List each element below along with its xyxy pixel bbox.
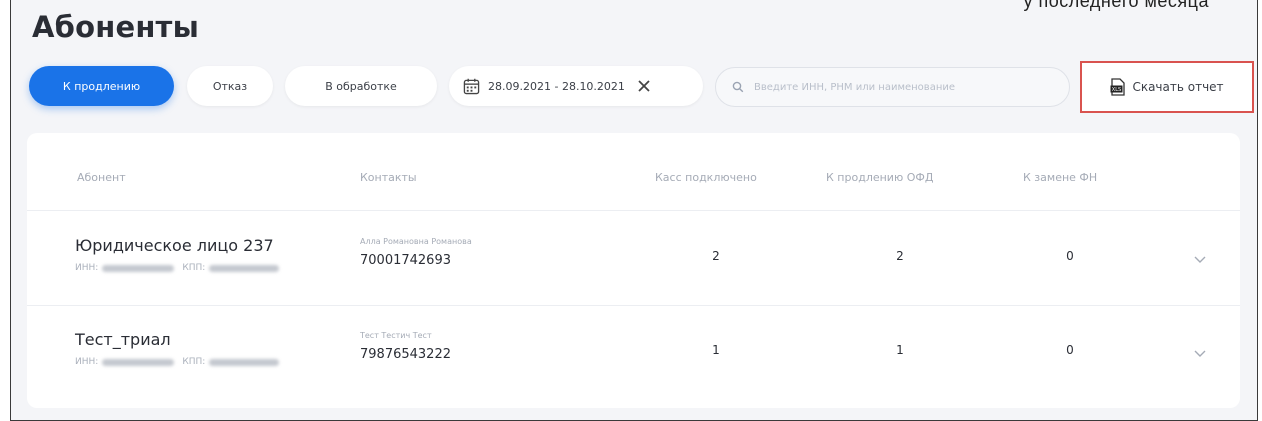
download-report-label: Скачать отчет: [1132, 80, 1224, 94]
subscriber-name: Юридическое лицо 237: [75, 236, 274, 255]
subscriber-name: Тест_триал: [75, 330, 171, 349]
contact-name: Тест Тестич Тест: [360, 331, 432, 340]
search-field[interactable]: [715, 67, 1070, 107]
date-range-picker[interactable]: 28.09.2021 - 28.10.2021: [449, 66, 703, 106]
calendar-icon: [463, 78, 480, 94]
kpp-value-redacted: [209, 264, 280, 272]
download-report-button[interactable]: XLS Скачать отчет: [1080, 61, 1254, 113]
app-frame: у последнего месяца Абоненты К продлению…: [10, 0, 1258, 421]
inn-label: ИНН:: [75, 263, 99, 273]
contact-phone: 70001742693: [360, 253, 451, 268]
column-kass-connected: Касс подключено: [655, 171, 757, 184]
close-icon[interactable]: [637, 79, 651, 93]
page-title: Абоненты: [32, 10, 199, 44]
tab-refusal[interactable]: Отказ: [187, 66, 273, 106]
table-row[interactable]: Юридическое лицо 237 ИНН: КПП: Алла Рома…: [27, 211, 1240, 309]
kass-count: 1: [712, 343, 720, 357]
column-fn-replacement: К замене ФН: [1023, 171, 1098, 184]
column-contacts: Контакты: [360, 171, 417, 184]
kass-count: 2: [712, 249, 720, 263]
svg-text:XLS: XLS: [1112, 87, 1121, 93]
ofd-count: 2: [896, 249, 904, 263]
date-range-value: 28.09.2021 - 28.10.2021: [488, 79, 625, 93]
fn-count: 0: [1066, 249, 1074, 263]
fn-count: 0: [1066, 343, 1074, 357]
tab-processing[interactable]: В обработке: [285, 66, 437, 106]
subscribers-table: Абонент Контакты Касс подключено К продл…: [27, 133, 1240, 408]
chevron-down-icon[interactable]: [1193, 348, 1207, 358]
column-subscriber: Абонент: [77, 171, 126, 184]
contact-name: Алла Романовна Романова: [360, 237, 472, 246]
search-input[interactable]: [754, 81, 1044, 93]
kpp-label: КПП:: [182, 263, 206, 273]
contact-phone: 79876543222: [360, 347, 451, 362]
inn-value-redacted: [102, 358, 175, 366]
subscriber-requisites: ИНН: КПП:: [75, 263, 280, 273]
inn-value-redacted: [102, 264, 175, 272]
kpp-value-redacted: [209, 358, 280, 366]
cut-off-caption: у последнего месяца: [1023, 0, 1209, 11]
ofd-count: 1: [896, 343, 904, 357]
subscriber-requisites: ИНН: КПП:: [75, 357, 280, 367]
table-row[interactable]: Тест_триал ИНН: КПП: Тест Тестич Тест 79…: [27, 306, 1240, 404]
search-icon: [732, 81, 744, 93]
chevron-down-icon[interactable]: [1193, 254, 1207, 264]
table-header: Абонент Контакты Касс подключено К продл…: [27, 133, 1240, 211]
filter-toolbar: К продлению Отказ В обработке 28.09.2021…: [29, 61, 1254, 113]
kpp-label: КПП:: [182, 357, 206, 367]
inn-label: ИНН:: [75, 357, 99, 367]
column-ofd-renewal: К продлению ОФД: [826, 171, 934, 184]
xls-file-icon: XLS: [1110, 78, 1126, 96]
tab-renewal[interactable]: К продлению: [29, 66, 174, 106]
